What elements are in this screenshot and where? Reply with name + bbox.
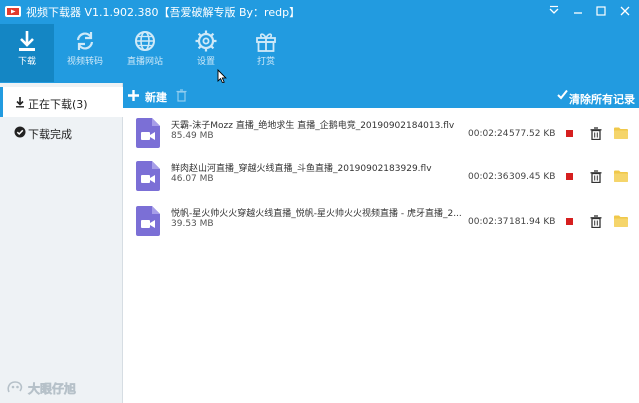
app-logo-icon	[5, 6, 21, 17]
video-file-icon	[136, 118, 160, 148]
tab-live-sites-label: 直播网站	[126, 57, 163, 67]
sync-icon	[72, 28, 98, 54]
tab-live-sites[interactable]: 直播网站	[118, 24, 172, 82]
stop-icon[interactable]	[566, 173, 573, 180]
title-bar[interactable]: 视频下载器 V1.1.902.380【吾爱破解专版 By：redp】	[0, 0, 639, 22]
globe-icon	[132, 28, 158, 54]
sidebar: 正在下载(3) 下载完成	[0, 83, 123, 403]
sidebar-item-label: 下载完成	[28, 128, 72, 141]
tab-donate[interactable]: 打赏	[239, 24, 293, 82]
stop-icon[interactable]	[566, 218, 573, 225]
file-size: 39.53 MB	[171, 219, 214, 229]
folder-icon[interactable]	[614, 170, 628, 182]
new-button[interactable]: 新建	[145, 89, 167, 105]
list-item[interactable]: 天霸-沫子Mozz 直播_绝地求生 直播_企鹅电竞_20190902184013…	[123, 112, 639, 156]
tab-donate-label: 打赏	[256, 57, 275, 67]
minimize-icon[interactable]	[571, 4, 585, 18]
tab-transcode-label: 视频转码	[66, 57, 103, 67]
gift-icon	[253, 28, 279, 54]
video-file-icon	[136, 161, 160, 191]
sidebar-item-label: 正在下载(3)	[28, 98, 88, 111]
download-icon	[14, 28, 40, 54]
gear-icon	[193, 28, 219, 54]
tab-download[interactable]: 下载	[0, 24, 54, 82]
tab-download-label: 下载	[17, 57, 36, 67]
file-name: 天霸-沫子Mozz 直播_绝地求生 直播_企鹅电竞_20190902184013…	[171, 121, 455, 131]
file-size: 46.07 MB	[171, 174, 214, 184]
sidebar-item-completed[interactable]: 下载完成	[0, 117, 123, 147]
file-size: 85.49 MB	[171, 131, 214, 141]
delete-icon[interactable]	[176, 89, 187, 102]
window-title: 视频下载器 V1.1.902.380【吾爱破解专版 By：redp】	[26, 6, 301, 19]
check-icon	[557, 89, 568, 100]
watermark-text: 大眼仔旭	[28, 382, 77, 397]
trash-icon[interactable]	[590, 127, 602, 140]
download-speed: 577.52 KB	[509, 129, 556, 139]
list-item[interactable]: 悦帆-星火帅火火穿越火线直播_悦帆-星火帅火火视频直播 - 虎牙直播_2... …	[123, 200, 639, 244]
download-list: 天霸-沫子Mozz 直播_绝地求生 直播_企鹅电竞_20190902184013…	[123, 108, 639, 403]
file-name: 鲜肉赵山河直播_穿越火线直播_斗鱼直播_20190902183929.flv	[171, 164, 432, 174]
download-duration: 00:02:24	[468, 129, 509, 139]
download-duration: 00:02:37	[468, 217, 509, 227]
download-speed: 181.94 KB	[509, 217, 556, 227]
app-header: 视频下载器 V1.1.902.380【吾爱破解专版 By：redp】 下载 视频…	[0, 0, 639, 83]
download-duration: 00:02:36	[468, 172, 509, 182]
list-toolbar: 新建 清除所有记录	[123, 83, 639, 108]
clear-all-records-label: 清除所有记录	[569, 93, 635, 106]
download-arrow-icon	[14, 96, 26, 108]
menu-icon[interactable]	[547, 4, 561, 18]
mouse-cursor-icon	[217, 69, 227, 84]
file-name: 悦帆-星火帅火火穿越火线直播_悦帆-星火帅火火视频直播 - 虎牙直播_2...	[171, 209, 461, 219]
stop-icon[interactable]	[566, 130, 573, 137]
maximize-icon[interactable]	[594, 4, 608, 18]
sidebar-item-downloading[interactable]: 正在下载(3)	[0, 87, 123, 117]
tab-settings-label: 设置	[196, 57, 215, 67]
trash-icon[interactable]	[590, 215, 602, 228]
trash-icon[interactable]	[590, 170, 602, 183]
watermark-logo-icon	[7, 381, 23, 393]
folder-icon[interactable]	[614, 215, 628, 227]
close-icon[interactable]	[618, 4, 632, 18]
list-item[interactable]: 鲜肉赵山河直播_穿越火线直播_斗鱼直播_20190902183929.flv 4…	[123, 155, 639, 199]
folder-icon[interactable]	[614, 127, 628, 139]
check-circle-icon	[14, 126, 26, 138]
video-file-icon	[136, 206, 160, 236]
plus-icon[interactable]	[127, 89, 140, 102]
clear-all-records-button[interactable]: 清除所有记录	[557, 88, 635, 106]
watermark: 大眼仔旭	[6, 378, 90, 396]
tab-transcode[interactable]: 视频转码	[58, 24, 112, 82]
download-speed: 309.45 KB	[509, 172, 556, 182]
